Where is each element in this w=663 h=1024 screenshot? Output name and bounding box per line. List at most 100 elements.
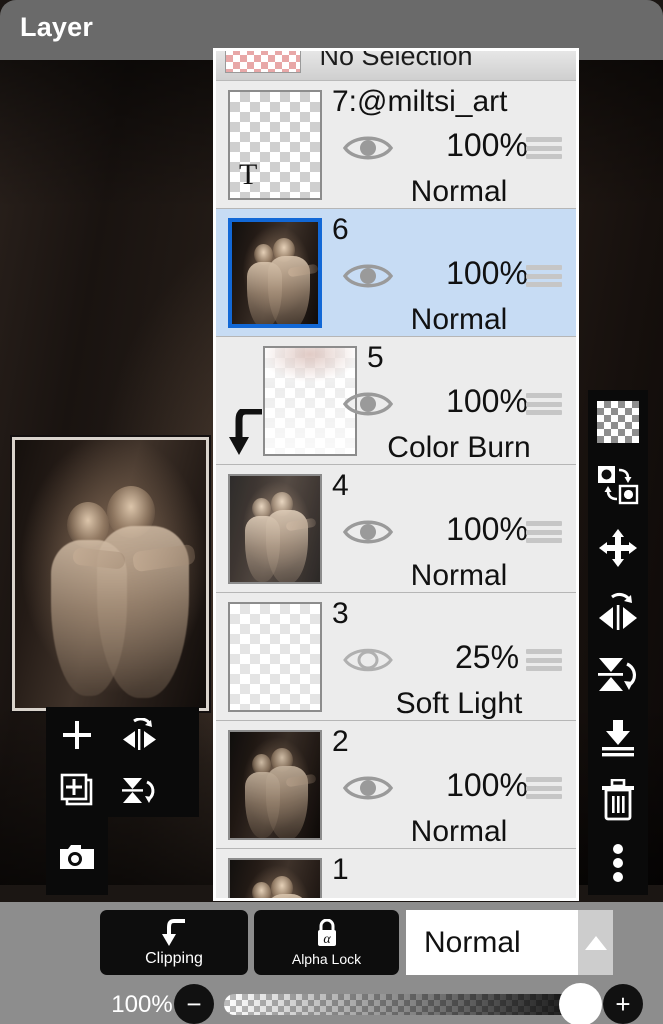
eye-visible-icon[interactable] <box>342 771 394 805</box>
layer-blend-mode: Normal <box>410 815 508 848</box>
bottom-toolbar: Clipping α Alpha Lock Normal 100% − + <box>0 902 663 1024</box>
layer-thumbnail[interactable] <box>228 730 322 840</box>
drag-handle-icon[interactable] <box>526 265 562 287</box>
eye-hidden-icon[interactable] <box>342 643 394 677</box>
plus-icon <box>63 720 91 749</box>
layer-blend-mode: Color Burn <box>387 431 531 464</box>
camera-icon <box>60 844 94 869</box>
opacity-value: 100% <box>111 991 173 1018</box>
layer-thumbnail[interactable] <box>228 218 322 328</box>
more-options-button[interactable] <box>588 831 648 894</box>
table-row[interactable]: 6 100% Normal <box>216 209 576 337</box>
artwork-thumbnail <box>230 732 320 838</box>
camera-button[interactable] <box>46 829 108 884</box>
drag-handle-icon[interactable] <box>526 393 562 415</box>
blend-mode-value: Normal <box>424 925 521 959</box>
transparency-button[interactable] <box>588 390 648 453</box>
flip-vertical-button[interactable] <box>588 642 648 705</box>
trash-icon <box>602 778 634 820</box>
drag-handle-icon[interactable] <box>526 777 562 799</box>
layer-thumbnail[interactable] <box>228 602 322 712</box>
table-row[interactable]: 4 100% Normal <box>216 465 576 593</box>
svg-text:α: α <box>323 932 331 947</box>
left-toolbar <box>46 707 199 817</box>
checker-background <box>230 604 320 710</box>
clipping-button[interactable]: Clipping <box>100 910 248 975</box>
minus-icon: − <box>186 989 202 1019</box>
flip-vertical-icon <box>122 777 155 803</box>
flip-horizontal-button[interactable] <box>108 707 170 762</box>
opacity-minus-button[interactable]: − <box>174 984 214 1024</box>
clipping-arrow-icon <box>226 407 266 457</box>
table-row[interactable]: 2 100% Normal <box>216 721 576 849</box>
delete-layer-button[interactable] <box>588 768 648 831</box>
blend-mode-select[interactable]: Normal <box>406 910 613 975</box>
flip-vertical-icon <box>598 657 636 691</box>
layer-name: 3 <box>332 597 349 630</box>
checkerboard-icon <box>597 400 639 443</box>
add-layer-button[interactable] <box>46 707 108 762</box>
table-row[interactable]: 5 100% Color Burn <box>216 337 576 465</box>
clipping-label: Clipping <box>145 949 203 967</box>
duplicate-layer-icon <box>60 773 93 805</box>
artwork-thumbnail <box>230 476 320 582</box>
swap-icon <box>598 465 639 504</box>
chevron-up-icon[interactable] <box>578 910 613 975</box>
left-toolbar-secondary <box>46 817 108 895</box>
layer-name: 1 <box>332 853 349 886</box>
flip-horizontal-button[interactable] <box>588 579 648 642</box>
table-row[interactable]: T 7:@miltsi_art 100% Normal <box>216 81 576 209</box>
artwork-thumbnail <box>232 222 318 324</box>
layer-name: 5 <box>367 341 384 374</box>
merge-down-button[interactable] <box>588 705 648 768</box>
right-toolbar <box>588 390 648 895</box>
layer-name: 6 <box>332 213 349 246</box>
duplicate-layer-button[interactable] <box>46 762 108 817</box>
eye-visible-icon[interactable] <box>342 387 394 421</box>
drag-handle-icon[interactable] <box>526 649 562 671</box>
layer-name: 4 <box>332 469 349 502</box>
opacity-slider[interactable] <box>224 994 584 1015</box>
plus-icon: + <box>615 989 631 1019</box>
move-arrows-icon <box>599 528 637 567</box>
eye-visible-icon[interactable] <box>342 899 394 901</box>
flip-horizontal-icon <box>123 717 156 750</box>
eye-visible-icon[interactable] <box>342 515 394 549</box>
layer-thumbnail[interactable]: T <box>228 90 322 200</box>
artwork-thumbnail <box>230 860 320 898</box>
layer-blend-mode: Normal <box>410 303 508 336</box>
drag-handle-icon[interactable] <box>526 137 562 159</box>
alpha-lock-button[interactable]: α Alpha Lock <box>254 910 399 975</box>
move-button[interactable] <box>588 516 648 579</box>
merge-down-icon <box>602 719 634 756</box>
opacity-slider-knob[interactable] <box>559 983 602 1024</box>
opacity-plus-button[interactable]: + <box>603 984 643 1024</box>
layer-blend-mode: Soft Light <box>395 687 523 720</box>
selection-label: No Selection <box>319 48 473 71</box>
opacity-row: 100% − + <box>0 983 663 1024</box>
drag-handle-icon[interactable] <box>526 521 562 543</box>
flip-vertical-button[interactable] <box>108 762 170 817</box>
clipping-arrow-icon <box>162 918 185 946</box>
flip-horizontal-icon <box>599 592 637 630</box>
more-vertical-icon <box>613 843 623 882</box>
table-row[interactable]: 3 25% Soft Light <box>216 593 576 721</box>
canvas-preview[interactable] <box>12 437 209 711</box>
icad-layer-screen: Layer No Selection T 7:@miltsi_art 100% … <box>0 0 663 1024</box>
layer-thumbnail[interactable] <box>228 858 322 898</box>
layer-blend-mode: Normal <box>410 175 508 208</box>
alpha-lock-icon: α <box>317 918 336 947</box>
eye-visible-icon[interactable] <box>342 131 394 165</box>
page-title: Layer <box>20 12 94 42</box>
eye-visible-icon[interactable] <box>342 259 394 293</box>
layer-list[interactable]: No Selection T 7:@miltsi_art 100% Normal <box>216 51 576 898</box>
layer-blend-mode: Normal <box>410 559 508 592</box>
selection-row[interactable]: No Selection <box>216 51 576 81</box>
layer-name: 7:@miltsi_art <box>332 85 508 118</box>
table-row[interactable]: 1 100% <box>216 849 576 901</box>
layer-panel[interactable]: No Selection T 7:@miltsi_art 100% Normal <box>213 48 579 901</box>
layer-opacity: 100% <box>402 895 572 898</box>
swap-layers-button[interactable] <box>588 453 648 516</box>
layer-thumbnail[interactable] <box>228 474 322 584</box>
text-layer-glyph: T <box>239 158 258 191</box>
